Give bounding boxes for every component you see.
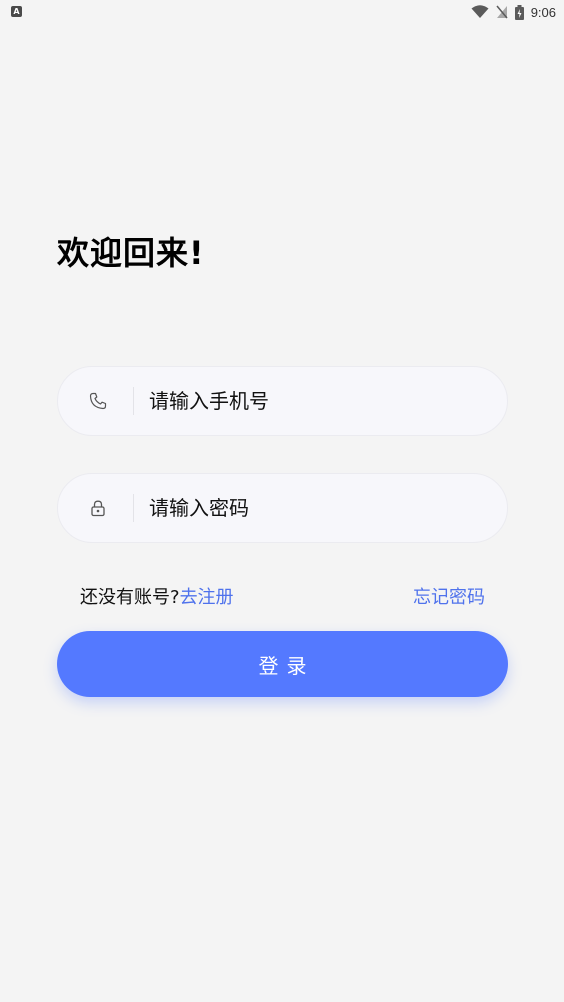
welcome-title: 欢迎回来! bbox=[57, 234, 205, 272]
no-account-text: 还没有账号? bbox=[80, 587, 180, 608]
register-link[interactable]: 去注册 bbox=[180, 587, 234, 608]
lock-icon bbox=[91, 500, 105, 517]
a-icon: A bbox=[11, 6, 22, 17]
login-button[interactable]: 登录 bbox=[57, 631, 508, 697]
field-divider bbox=[133, 494, 134, 522]
status-bar: A 9:06 bbox=[0, 0, 564, 24]
status-icons: 9:06 bbox=[471, 3, 556, 21]
status-time: 9:06 bbox=[530, 4, 556, 20]
password-input[interactable] bbox=[149, 474, 479, 542]
password-field[interactable] bbox=[57, 473, 508, 543]
no-signal-icon bbox=[496, 5, 508, 19]
forgot-password-link[interactable]: 忘记密码 bbox=[413, 583, 485, 609]
phone-field[interactable] bbox=[57, 366, 508, 436]
wifi-icon bbox=[471, 5, 489, 18]
phone-input[interactable] bbox=[149, 367, 479, 435]
battery-charging-icon bbox=[514, 4, 524, 20]
field-divider bbox=[133, 387, 134, 415]
phone-icon bbox=[89, 392, 107, 410]
register-row: 还没有账号?去注册 bbox=[80, 583, 234, 609]
